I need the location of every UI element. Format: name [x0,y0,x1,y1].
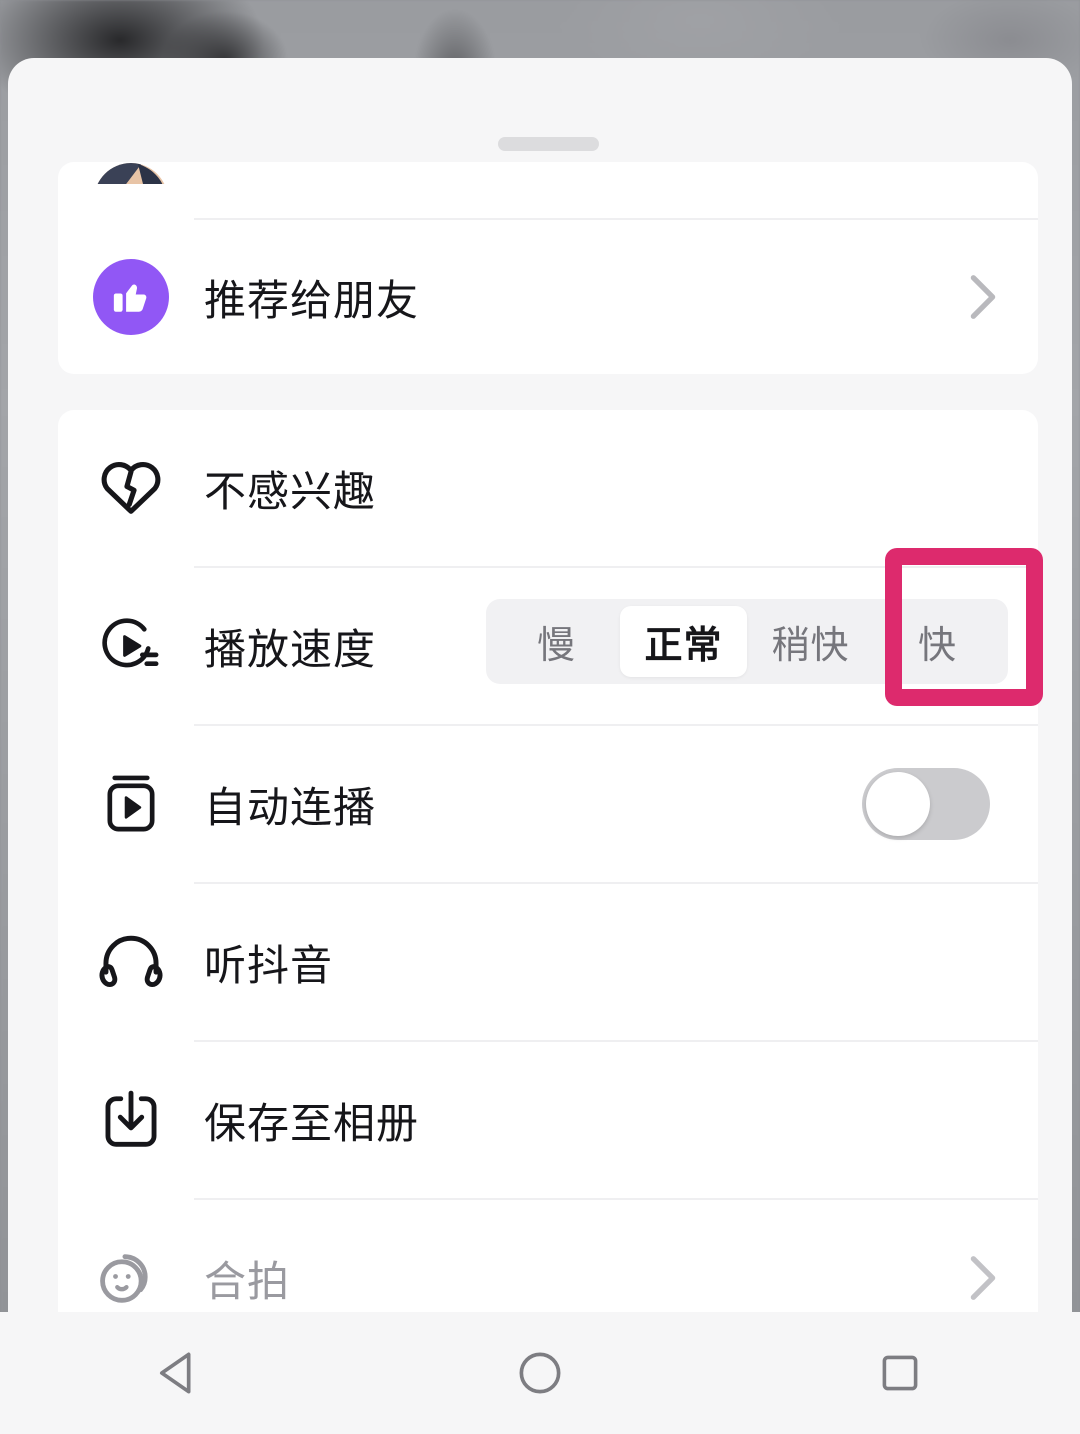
action-bottom-sheet: 推荐给朋友 不感兴趣 播放速度 自动连播 听抖音 保存至相册 合拍 慢 正常 稍… [8,58,1072,1370]
square-icon [882,1355,918,1391]
speed-option-slightly-fast[interactable]: 稍快 [747,606,874,677]
download-icon [58,1088,204,1152]
autoplay-label: 自动连播 [204,783,377,831]
headphones-glyph [99,935,163,987]
broken-heart-icon [58,457,204,519]
autoplay-glyph [107,775,155,832]
duet-face-icon [58,1247,204,1309]
recommend-to-friends-label: 推荐给朋友 [204,276,420,324]
autoplay-row[interactable]: 自动连播 [58,726,1038,882]
playback-speed-label: 播放速度 [204,625,377,673]
back-button[interactable] [120,1325,240,1421]
save-to-album-label: 保存至相册 [204,1099,420,1147]
android-navigation-bar [0,1312,1080,1434]
save-to-album-row[interactable]: 保存至相册 [58,1042,1038,1198]
speed-option-slow[interactable]: 慢 [493,606,620,677]
drag-handle[interactable] [498,137,599,151]
download-glyph [105,1090,157,1147]
recommend-to-friends-row[interactable]: 推荐给朋友 [58,220,1038,374]
chevron-right-icon [970,275,996,319]
avatar-image [97,163,165,184]
speed-option-fast[interactable]: 快 [874,606,1001,677]
triangle-left-icon [159,1352,191,1394]
autoplay-icon [58,772,204,836]
chevron-right-icon [970,1256,996,1300]
playback-speed-segmented-control[interactable]: 慢 正常 稍快 快 [486,599,1008,684]
play-speed-glyph [102,618,159,668]
not-interested-row[interactable]: 不感兴趣 [58,410,1038,566]
broken-heart-glyph [101,462,161,514]
tools-card: 不感兴趣 播放速度 自动连播 听抖音 保存至相册 合拍 [58,410,1038,1370]
speed-option-normal[interactable]: 正常 [620,606,747,677]
share-card: 推荐给朋友 [58,162,1038,374]
play-speed-icon [58,614,204,678]
share-target-row-cropped[interactable] [58,162,1038,218]
duet-face-glyph [100,1254,148,1303]
listen-douyin-row[interactable]: 听抖音 [58,884,1038,1040]
toggle-knob [866,772,930,836]
not-interested-label: 不感兴趣 [204,467,377,515]
listen-douyin-label: 听抖音 [204,941,334,989]
thumbs-up-icon [93,259,169,335]
thumbs-up-glyph [113,284,147,312]
home-button[interactable] [480,1325,600,1421]
headphones-icon [58,932,204,992]
thumbs-up-icon-wrap [58,259,204,335]
recents-button[interactable] [840,1325,960,1421]
circle-icon [519,1352,561,1394]
autoplay-toggle[interactable] [862,768,990,840]
avatar[interactable] [58,162,204,218]
duet-label: 合拍 [204,1257,291,1305]
